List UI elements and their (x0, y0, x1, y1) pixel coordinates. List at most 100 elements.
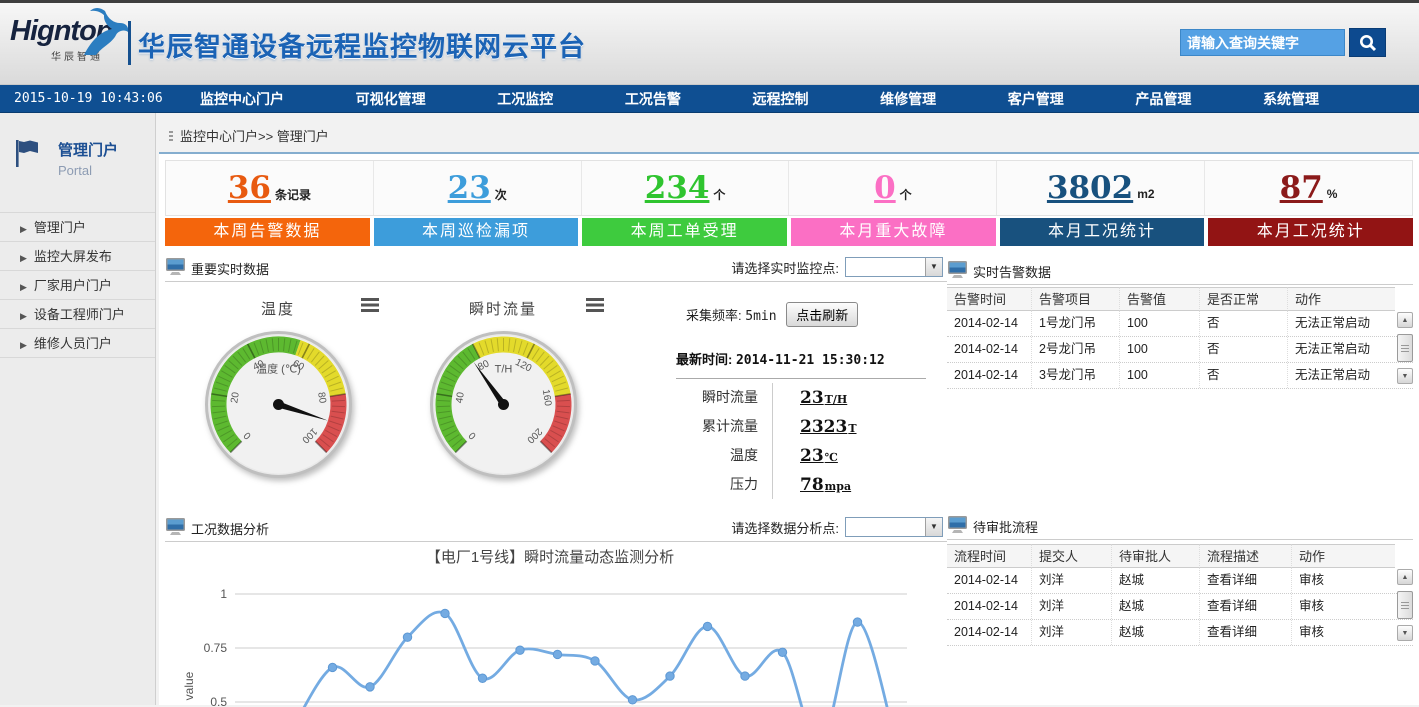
scroll-thumb[interactable] (1397, 591, 1413, 619)
stat-card-0[interactable]: 36条记录 (166, 161, 374, 215)
monitor-point-select[interactable]: ▼ (845, 257, 943, 277)
scroll-up-button[interactable]: ▲ (1397, 569, 1413, 585)
sidebar-item-0[interactable]: ▶管理门户 (0, 212, 155, 241)
content-panel: 36条记录23次234个0个3802m287% 本周告警数据本周巡检漏项本周工单… (159, 152, 1419, 705)
search-button[interactable] (1349, 28, 1386, 57)
stat-card-4[interactable]: 3802m2 (997, 161, 1205, 215)
table-row[interactable]: 2014-02-141号龙门吊100否无法正常启动 (947, 311, 1413, 337)
table-cell: 无法正常启动 (1287, 311, 1395, 336)
stat-banner-5[interactable]: 本月工况统计 (1208, 218, 1413, 246)
scroll-down-button[interactable]: ▼ (1397, 368, 1413, 384)
table-cell: 2014-02-14 (947, 568, 1031, 593)
table-cell: 100 (1119, 337, 1199, 362)
svg-text:80: 80 (315, 391, 328, 404)
nav-items: 监控中心门户 可视化管理 工况监控 工况告警 远程控制 维修管理 客户管理 产品管理 系统管理 (190, 85, 1329, 113)
analysis-point-select[interactable]: ▼ (845, 517, 943, 537)
section-alarm-header: 实时告警数据 (947, 257, 1413, 285)
latest-time-label: 最新时间: (676, 352, 732, 367)
stat-card-5[interactable]: 87% (1205, 161, 1412, 215)
scroll-down-button[interactable]: ▼ (1397, 625, 1413, 641)
hamburger-menu-icon[interactable] (586, 298, 604, 312)
sidebar-item-3[interactable]: ▶设备工程师门户 (0, 299, 155, 328)
arrow-right-icon: ▶ (20, 253, 27, 263)
sample-frequency: 采集频率: 5min 点击刷新 (686, 302, 858, 327)
nav-item-8[interactable]: 系统管理 (1253, 85, 1329, 113)
sidebar-item-4[interactable]: ▶维修人员门户 (0, 328, 155, 357)
table-row[interactable]: 2014-02-14刘洋赵城查看详细审核 (947, 568, 1413, 594)
table-cell: 2014-02-14 (947, 620, 1031, 645)
table-cell: 刘洋 (1031, 568, 1111, 593)
table-cell: 2014-02-14 (947, 337, 1031, 362)
flag-icon (14, 139, 40, 169)
scroll-up-button[interactable]: ▲ (1397, 312, 1413, 328)
stat-banner-2[interactable]: 本周工单受理 (582, 218, 787, 246)
nav-item-4[interactable]: 远程控制 (743, 85, 819, 113)
right-column: 实时告警数据 告警时间告警项目告警值是否正常动作2014-02-141号龙门吊1… (947, 254, 1413, 707)
reading-value: 23T/H (773, 388, 847, 408)
table-cell: 否 (1199, 311, 1287, 336)
reading-label: 压力 (670, 470, 773, 499)
section-approval-header: 待审批流程 (947, 512, 1413, 540)
chevron-down-icon[interactable]: ▼ (925, 258, 942, 276)
stat-card-3[interactable]: 0个 (789, 161, 997, 215)
stat-banner-3[interactable]: 本月重大故障 (791, 218, 996, 246)
stat-card-2[interactable]: 234个 (582, 161, 790, 215)
sidebar-item-1[interactable]: ▶监控大屏发布 (0, 241, 155, 270)
stat-banner-1[interactable]: 本周巡检漏项 (374, 218, 579, 246)
table-row[interactable]: 2014-02-14刘洋赵城查看详细审核 (947, 594, 1413, 620)
chevron-down-icon[interactable]: ▼ (925, 518, 942, 536)
table-header-cell: 提交人 (1031, 544, 1111, 568)
nav-item-7[interactable]: 产品管理 (1125, 85, 1201, 113)
reading-row: 瞬时流量23T/H (670, 383, 940, 412)
table-cell: 100 (1119, 363, 1199, 388)
latest-time-row: 最新时间: 2014-11-21 15:30:12 (676, 349, 926, 379)
nav-item-0[interactable]: 监控中心门户 (190, 85, 294, 113)
section-title-realtime: 重要实时数据 (191, 259, 269, 278)
table-cell: 审核 (1291, 620, 1395, 645)
search-input[interactable] (1180, 29, 1345, 56)
frequency-value: 5min (745, 309, 776, 324)
breadcrumb-text: 监控中心门户>> 管理门户 (180, 129, 329, 144)
table-row[interactable]: 2014-02-14刘洋赵城查看详细审核 (947, 620, 1413, 646)
stat-banner-0[interactable]: 本周告警数据 (165, 218, 370, 246)
reading-unit: ℃ (825, 451, 838, 464)
scroll-thumb[interactable] (1397, 334, 1413, 362)
hamburger-menu-icon[interactable] (361, 298, 379, 312)
page-title: 华辰智通设备远程监控物联网云平台 (138, 25, 586, 64)
stats-strip: 36条记录23次234个0个3802m287% (165, 160, 1413, 216)
nav-item-6[interactable]: 客户管理 (998, 85, 1074, 113)
nav-item-2[interactable]: 工况监控 (487, 85, 563, 113)
nav-item-1[interactable]: 可视化管理 (346, 85, 436, 113)
frequency-label: 采集频率: (686, 308, 742, 323)
reading-unit: T/H (825, 393, 848, 406)
section-realtime-header: 重要实时数据 请选择实时监控点: ▼ (165, 254, 947, 282)
monitor-icon (947, 515, 968, 535)
nav-item-3[interactable]: 工况告警 (615, 85, 691, 113)
gauge-card-flow: 瞬时流量 04080120160200T/H (410, 292, 610, 522)
table-header-cell: 待审批人 (1111, 544, 1199, 568)
sidebar-item-label: 设备工程师门户 (34, 307, 125, 322)
sidebar-item-2[interactable]: ▶厂家用户门户 (0, 270, 155, 299)
nav-timestamp: 2015-10-19 10:43:06 (14, 91, 163, 106)
sidebar-menu: ▶管理门户▶监控大屏发布▶厂家用户门户▶设备工程师门户▶维修人员门户 (0, 212, 155, 358)
approval-table: 流程时间提交人待审批人流程描述动作2014-02-14刘洋赵城查看详细审核201… (947, 544, 1413, 646)
refresh-button[interactable]: 点击刷新 (786, 302, 858, 327)
svg-text:【电厂1号线】瞬时流量动态监测分析: 【电厂1号线】瞬时流量动态监测分析 (426, 549, 674, 566)
stat-banner-4[interactable]: 本月工况统计 (1000, 218, 1205, 246)
table-row[interactable]: 2014-02-142号龙门吊100否无法正常启动 (947, 337, 1413, 363)
sidebar-item-label: 管理门户 (34, 220, 86, 235)
table-row[interactable]: 2014-02-143号龙门吊100否无法正常启动 (947, 363, 1413, 389)
table-cell: 赵城 (1111, 594, 1199, 619)
section-title-alarm: 实时告警数据 (973, 262, 1051, 281)
reading-unit: mpa (825, 480, 851, 493)
table-cell: 否 (1199, 363, 1287, 388)
svg-text:T/H: T/H (495, 364, 513, 376)
table-cell: 查看详细 (1199, 568, 1291, 593)
table-cell: 2014-02-14 (947, 311, 1031, 336)
app-header: Hignton 华辰智通 华辰智通设备远程监控物联网云平台 (0, 3, 1419, 85)
nav-item-5[interactable]: 维修管理 (870, 85, 946, 113)
analysis-select-label: 请选择数据分析点: (731, 518, 839, 537)
gauge-title-flow: 瞬时流量 (410, 298, 596, 319)
reading-value: 23℃ (773, 446, 838, 466)
stat-card-1[interactable]: 23次 (374, 161, 582, 215)
